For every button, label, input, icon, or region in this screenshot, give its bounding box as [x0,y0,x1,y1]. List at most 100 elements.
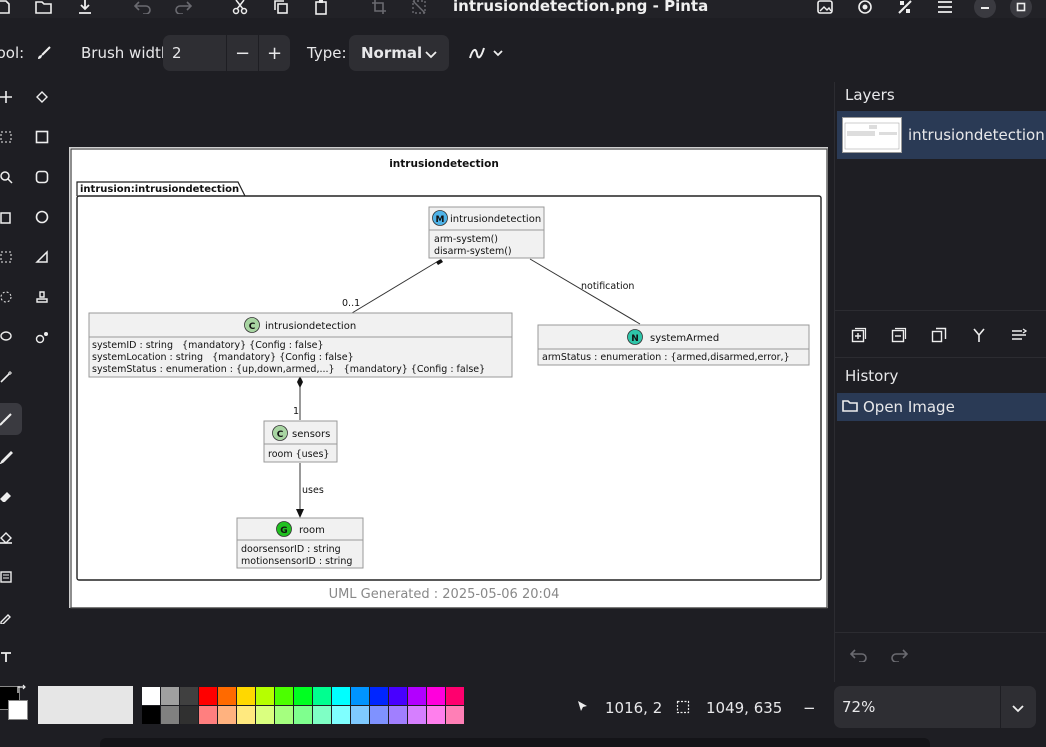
palette-swatch[interactable] [180,687,198,705]
palette-swatch[interactable] [142,687,160,705]
palette-swatch[interactable] [332,687,350,705]
palette-swatch[interactable] [256,706,274,724]
palette-swatch[interactable] [446,687,464,705]
ellipse-tool-icon[interactable] [28,203,56,231]
layer-properties-icon[interactable] [1009,325,1029,345]
sensors-badge: C [277,430,284,440]
swap-colors-icon[interactable] [16,684,28,700]
duplicate-layer-icon[interactable] [929,325,949,345]
palette-swatch[interactable] [294,706,312,724]
layer-item[interactable]: intrusiondetection.... [837,111,1046,159]
type-dropdown[interactable]: Normal [349,35,449,71]
palette-swatch[interactable] [351,706,369,724]
zoom-chevron-down-icon[interactable] [1012,702,1024,718]
palette-swatch[interactable] [142,706,160,724]
module-name: intrusiondetection [450,214,541,225]
palette-swatch[interactable] [237,687,255,705]
brush-width-spinner[interactable]: 2 − + [163,35,290,71]
rectangle-tool-icon[interactable] [28,123,56,151]
palette-swatch[interactable] [275,687,293,705]
text-tool-icon[interactable] [0,643,20,671]
adjustments-icon[interactable] [855,0,875,17]
clone-stamp-icon[interactable] [28,283,56,311]
zoom-value[interactable]: 72% [842,698,875,716]
history-item[interactable]: Open Image [837,393,1046,421]
recent-colors-area[interactable] [38,686,133,724]
move-selection-icon[interactable] [28,83,56,111]
palette-swatch[interactable] [313,706,331,724]
palette-swatch[interactable] [389,687,407,705]
gradient-tool-icon[interactable] [0,563,20,591]
freeform-shape-icon[interactable] [28,243,56,271]
paintbrush-tool-icon[interactable] [0,403,22,435]
delete-layer-icon[interactable] [889,325,909,345]
color-picker-icon[interactable] [0,603,20,631]
image-canvas[interactable]: intrusiondetection intrusion:intrusionde… [69,147,828,609]
brush-width-decrease-button[interactable]: − [226,35,258,71]
palette-swatch[interactable] [256,687,274,705]
palette-swatch[interactable] [408,687,426,705]
palette-swatch[interactable] [389,706,407,724]
undo-icon[interactable] [133,0,153,17]
paste-icon[interactable] [311,0,331,17]
new-image-icon[interactable] [0,0,14,17]
minimize-button[interactable] [974,0,996,18]
palette-swatch[interactable] [161,687,179,705]
brush-width-value[interactable]: 2 [172,44,182,62]
crop-icon[interactable] [369,0,389,17]
zoom-out-button[interactable]: − [803,699,816,717]
palette-swatch[interactable] [370,706,388,724]
fill-tool-icon[interactable] [0,523,20,551]
merge-layer-icon[interactable] [969,325,989,345]
palette-swatch[interactable] [351,687,369,705]
zoom-tool-icon[interactable] [0,123,20,151]
save-icon[interactable] [75,0,95,17]
palette-swatch[interactable] [313,687,331,705]
history-redo-icon[interactable] [890,648,909,666]
eraser-tool-icon[interactable] [0,483,20,511]
rounded-rectangle-tool-icon[interactable] [28,163,56,191]
palette-swatch[interactable] [370,687,388,705]
redo-icon[interactable] [173,0,193,17]
main-class-attribute: systemStatus : enumeration : {up,down,ar… [92,364,485,375]
palette-swatch[interactable] [294,687,312,705]
lasso-select-icon[interactable] [0,323,20,351]
history-undo-icon[interactable] [849,648,868,666]
palette-swatch[interactable] [408,706,426,724]
deselect-icon[interactable] [409,0,429,17]
palette-swatch[interactable] [218,687,236,705]
paintbrush-icon[interactable] [36,45,52,65]
image-menu-icon[interactable] [815,0,835,17]
rectangle-select-icon[interactable] [0,243,20,271]
secondary-color-swatch[interactable] [8,700,28,720]
cut-icon[interactable] [230,0,250,17]
palette-swatch[interactable] [332,706,350,724]
copy-icon[interactable] [271,0,291,17]
palette-swatch[interactable] [427,706,445,724]
palette-swatch[interactable] [180,706,198,724]
palette-swatch[interactable] [199,706,217,724]
palette-swatch[interactable] [275,706,293,724]
add-layer-icon[interactable] [849,325,869,345]
palette-swatch[interactable] [237,706,255,724]
color-palette[interactable] [142,687,466,725]
recolor-icon[interactable] [28,323,56,351]
effects-icon[interactable] [895,0,915,17]
palette-swatch[interactable] [446,706,464,724]
magnify-icon[interactable] [0,163,20,191]
pencil-tool-icon[interactable] [0,443,20,471]
palette-swatch[interactable] [218,706,236,724]
palette-swatch[interactable] [199,687,217,705]
palette-swatch[interactable] [427,687,445,705]
zoom-combobox[interactable]: 72% [834,686,1036,728]
palette-swatch[interactable] [161,706,179,724]
move-selected-icon[interactable] [0,83,20,111]
brush-width-increase-button[interactable]: + [258,35,290,71]
antialiasing-dropdown[interactable] [468,44,506,66]
paint-bucket-icon[interactable] [0,203,20,231]
ellipse-select-icon[interactable] [0,283,20,311]
magic-wand-icon[interactable] [0,363,20,391]
open-file-icon[interactable] [34,0,54,17]
main-menu-icon[interactable] [935,0,955,17]
maximize-button[interactable] [1010,0,1032,18]
